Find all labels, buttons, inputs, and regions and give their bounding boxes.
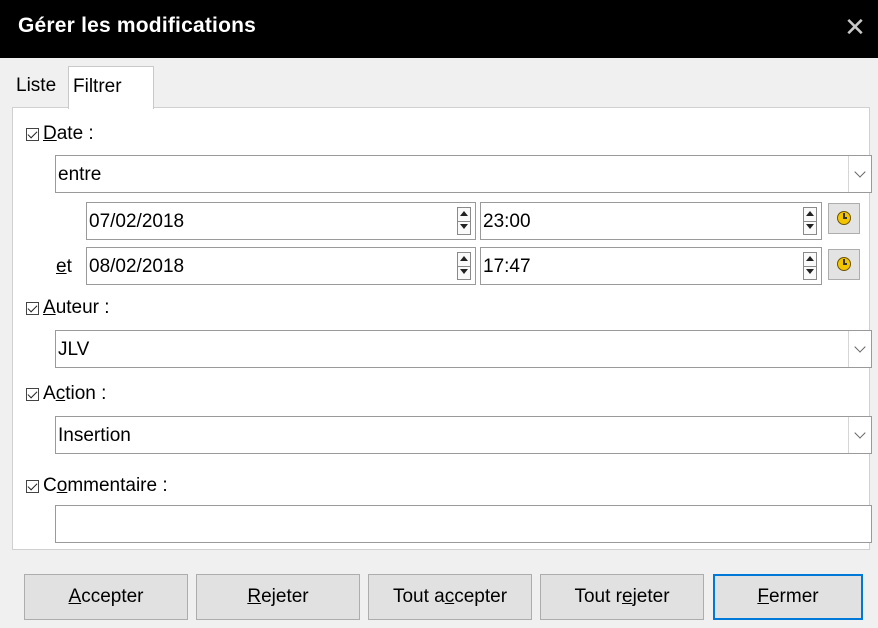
end-time-spinner — [803, 252, 817, 280]
comment-checkbox[interactable]: Co mmentaire : — [26, 475, 168, 497]
spin-down-icon[interactable] — [804, 221, 816, 234]
close-button[interactable]: Fermer — [713, 574, 863, 620]
spin-down-icon[interactable] — [804, 266, 816, 279]
start-date-value: 07/02/2018 — [89, 211, 185, 232]
clock-icon — [837, 211, 851, 225]
accept-button[interactable]: Accepter — [24, 574, 188, 620]
checkbox-checked-icon — [26, 479, 39, 493]
and-label: et — [56, 256, 72, 277]
author-label: uteur : — [55, 297, 110, 318]
start-time-field[interactable]: 23:00 — [480, 202, 822, 240]
reject-button[interactable]: Rejeter — [196, 574, 360, 620]
action-label: tion : — [65, 383, 107, 404]
start-date-field[interactable]: 07/02/2018 — [86, 202, 476, 240]
checkbox-checked-icon — [26, 127, 39, 141]
start-time-value: 23:00 — [483, 211, 531, 232]
chevron-down-icon — [848, 156, 871, 192]
spin-up-icon[interactable] — [458, 253, 470, 267]
title-bar: Gérer les modifications ✕ — [0, 0, 878, 58]
comment-label-pre: C — [43, 475, 57, 496]
action-label-accel: c — [55, 383, 66, 404]
start-time-clock-button[interactable] — [828, 203, 860, 234]
author-select[interactable]: JLV — [55, 330, 872, 368]
author-value: JLV — [58, 339, 90, 360]
end-date-value: 08/02/2018 — [89, 256, 185, 277]
author-label-accel: A — [43, 297, 56, 318]
accept-all-button[interactable]: Tout a c cepter — [368, 574, 532, 620]
start-date-spinner — [457, 207, 471, 235]
end-date-field[interactable]: 08/02/2018 — [86, 247, 476, 285]
author-checkbox[interactable]: Auteur : — [26, 297, 110, 319]
start-time-spinner — [803, 207, 817, 235]
clock-icon — [837, 257, 851, 271]
spin-up-icon[interactable] — [804, 253, 816, 267]
chevron-down-icon — [848, 417, 871, 453]
end-time-value: 17:47 — [483, 256, 531, 277]
spin-down-icon[interactable] — [458, 266, 470, 279]
action-select[interactable]: Insertion — [55, 416, 872, 454]
tab-filtrer[interactable]: Filtrer — [68, 66, 154, 109]
spin-up-icon[interactable] — [458, 208, 470, 222]
close-icon[interactable]: ✕ — [840, 10, 870, 44]
chevron-down-icon — [848, 331, 871, 367]
spin-up-icon[interactable] — [804, 208, 816, 222]
date-mode-value: entre — [58, 164, 102, 185]
end-time-clock-button[interactable] — [828, 249, 860, 280]
comment-label: mmentaire : — [67, 475, 168, 496]
date-label: ate : — [56, 123, 94, 144]
spin-down-icon[interactable] — [458, 221, 470, 234]
action-checkbox[interactable]: Ac tion : — [26, 383, 106, 405]
date-checkbox[interactable]: Date : — [26, 123, 94, 145]
end-time-field[interactable]: 17:47 — [480, 247, 822, 285]
action-label-pre: A — [43, 383, 56, 404]
end-date-spinner — [457, 252, 471, 280]
checkbox-checked-icon — [26, 301, 39, 315]
comment-input[interactable] — [55, 505, 872, 543]
checkbox-checked-icon — [26, 387, 39, 401]
date-mode-select[interactable]: entre — [55, 155, 872, 193]
filter-panel: Date : entre 07/02/2018 23:00 et 08/02/2… — [12, 107, 872, 550]
comment-label-accel: o — [56, 475, 68, 496]
action-value: Insertion — [58, 425, 131, 446]
date-label-accel: D — [43, 123, 57, 144]
tab-liste[interactable]: Liste — [12, 66, 70, 106]
reject-all-button[interactable]: Tout r e jeter — [540, 574, 704, 620]
window-title: Gérer les modifications — [18, 14, 257, 37]
